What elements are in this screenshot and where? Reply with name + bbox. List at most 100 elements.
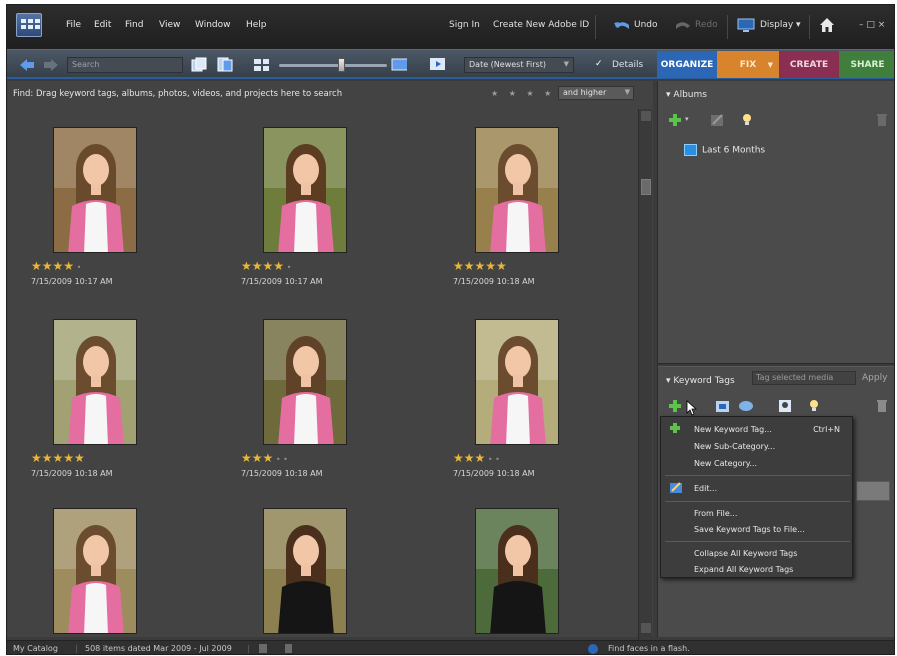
create-adobe-id-link[interactable]: Create New Adobe ID bbox=[493, 20, 589, 30]
sign-in-link[interactable]: Sign In bbox=[449, 20, 480, 30]
menu-window[interactable]: Window bbox=[195, 20, 231, 30]
media-type-icon[interactable] bbox=[259, 644, 267, 653]
scroll-thumb[interactable] bbox=[641, 179, 651, 195]
slideshow-icon[interactable] bbox=[429, 57, 445, 72]
photo-image[interactable] bbox=[475, 319, 559, 445]
status-tip: Find faces in a flash. bbox=[608, 644, 690, 653]
menu-collapse-all[interactable]: Collapse All Keyword Tags bbox=[694, 549, 797, 558]
version-set-icon[interactable] bbox=[217, 57, 233, 72]
tag-import-icon[interactable] bbox=[715, 399, 730, 413]
menu-find[interactable]: Find bbox=[125, 20, 143, 30]
rating-filter-value: and higher bbox=[563, 88, 607, 97]
photo-date: 7/15/2009 10:17 AM bbox=[31, 277, 113, 286]
menu-new-sub-category[interactable]: New Sub-Category... bbox=[694, 442, 775, 451]
search-input[interactable]: Search bbox=[67, 57, 183, 73]
undo-button[interactable]: Undo bbox=[634, 20, 658, 30]
photo-image[interactable] bbox=[53, 508, 137, 634]
chevron-down-icon[interactable]: ▾ bbox=[685, 115, 689, 123]
photo-image[interactable] bbox=[263, 508, 347, 634]
star-rating[interactable]: ★★★★★ bbox=[453, 259, 507, 273]
add-icon[interactable] bbox=[668, 399, 682, 413]
item-count: 508 items dated Mar 2009 - Jul 2009 bbox=[85, 644, 232, 653]
slider-thumb[interactable] bbox=[338, 58, 345, 72]
albums-header[interactable]: ▾ Albums bbox=[658, 85, 894, 105]
back-arrow-icon[interactable] bbox=[19, 58, 35, 72]
add-icon[interactable] bbox=[668, 113, 682, 127]
menu-file[interactable]: File bbox=[66, 20, 81, 30]
menu-from-file[interactable]: From File... bbox=[694, 509, 737, 518]
album-label: Last 6 Months bbox=[702, 145, 766, 156]
lightbulb-icon[interactable] bbox=[808, 399, 820, 413]
large-thumbnail-icon[interactable] bbox=[391, 57, 407, 72]
tag-selected-media-input[interactable]: Tag selected media bbox=[752, 371, 856, 385]
scroll-up-arrow[interactable] bbox=[641, 111, 651, 121]
collapse-triangle-icon[interactable]: ▾ bbox=[666, 376, 671, 386]
photo-date: 7/15/2009 10:18 AM bbox=[453, 469, 535, 478]
vertical-scrollbar[interactable] bbox=[638, 109, 652, 645]
tab-create[interactable]: CREATE bbox=[779, 51, 839, 78]
tip-icon bbox=[588, 644, 598, 654]
redo-icon bbox=[676, 22, 690, 29]
star-rating[interactable]: ★★★ • • bbox=[241, 451, 288, 465]
sort-order-select[interactable]: Date (Newest First) ▼ bbox=[464, 57, 574, 73]
menu-view[interactable]: View bbox=[159, 20, 180, 30]
status-bar: My Catalog | 508 items dated Mar 2009 - … bbox=[7, 640, 894, 654]
window-controls[interactable]: – □ × bbox=[859, 20, 885, 30]
star-rating[interactable]: ★★★★ • bbox=[31, 259, 81, 273]
media-browser: Find: Drag keyword tags, albums, photos,… bbox=[7, 81, 653, 645]
star-rating[interactable]: ★★★ • • bbox=[453, 451, 500, 465]
undo-icon[interactable] bbox=[613, 18, 631, 32]
catalog-name[interactable]: My Catalog bbox=[13, 644, 58, 653]
menu-save-keyword-tags[interactable]: Save Keyword Tags to File... bbox=[694, 525, 805, 534]
find-bar-text[interactable]: Find: Drag keyword tags, albums, photos,… bbox=[13, 89, 342, 99]
trash-icon[interactable] bbox=[876, 399, 888, 413]
home-icon[interactable] bbox=[819, 17, 835, 33]
menu-edit[interactable]: Edit bbox=[94, 20, 111, 30]
edit-icon bbox=[711, 114, 723, 126]
lock-icon[interactable] bbox=[285, 644, 292, 653]
tab-fix[interactable]: FIX ▼ bbox=[717, 51, 779, 78]
tab-organize[interactable]: ORGANIZE bbox=[657, 51, 717, 78]
keyword-tags-header[interactable]: ▾ Keyword Tags bbox=[658, 371, 748, 391]
small-thumbnail-icon[interactable] bbox=[253, 57, 269, 72]
tab-share[interactable]: SHARE bbox=[839, 51, 894, 78]
albums-toolbar: ▾ bbox=[658, 109, 894, 131]
app-logo-icon[interactable] bbox=[16, 13, 42, 37]
thumbnail-size-slider[interactable] bbox=[279, 64, 387, 67]
menu-expand-all[interactable]: Expand All Keyword Tags bbox=[694, 565, 793, 574]
photo-image[interactable] bbox=[53, 127, 137, 253]
stack-icon[interactable] bbox=[191, 57, 207, 72]
photo-image[interactable] bbox=[475, 508, 559, 634]
rating-filter-select[interactable]: and higher ▼ bbox=[558, 86, 634, 100]
cloud-tag-icon[interactable] bbox=[738, 399, 754, 413]
divider: | bbox=[247, 644, 250, 653]
menu-help[interactable]: Help bbox=[246, 20, 267, 30]
redo-button: Redo bbox=[695, 20, 718, 30]
panel-divider[interactable] bbox=[658, 363, 894, 367]
menu-new-keyword-tag[interactable]: New Keyword Tag... bbox=[694, 425, 772, 434]
photo-image[interactable] bbox=[263, 319, 347, 445]
menu-new-category[interactable]: New Category... bbox=[694, 459, 757, 468]
details-checkbox[interactable]: ✓ bbox=[595, 60, 605, 70]
photo-image[interactable] bbox=[475, 127, 559, 253]
tab-fix-label: FIX bbox=[739, 59, 757, 70]
divider bbox=[727, 15, 728, 39]
chevron-down-icon: ▼ bbox=[624, 88, 630, 96]
photo-image[interactable] bbox=[263, 127, 347, 253]
menu-edit[interactable]: Edit... bbox=[694, 484, 717, 493]
star-rating[interactable]: ★★★★ • bbox=[241, 259, 291, 273]
album-item-last-6-months[interactable]: Last 6 Months bbox=[684, 144, 765, 156]
apply-button[interactable]: Apply bbox=[862, 373, 887, 383]
face-tag-icon[interactable] bbox=[778, 399, 792, 413]
display-menu[interactable]: Display ▾ bbox=[760, 20, 801, 30]
collapse-triangle-icon[interactable]: ▾ bbox=[666, 90, 671, 100]
display-icon[interactable] bbox=[737, 18, 755, 33]
lightbulb-icon[interactable] bbox=[741, 113, 753, 127]
chevron-down-icon: ▼ bbox=[767, 60, 773, 69]
divider bbox=[809, 15, 810, 39]
photo-image[interactable] bbox=[53, 319, 137, 445]
mouse-cursor-icon bbox=[686, 400, 698, 416]
keyword-tag-row[interactable] bbox=[856, 481, 890, 501]
scroll-down-arrow[interactable] bbox=[641, 623, 651, 633]
star-rating[interactable]: ★★★★★ bbox=[31, 451, 85, 465]
